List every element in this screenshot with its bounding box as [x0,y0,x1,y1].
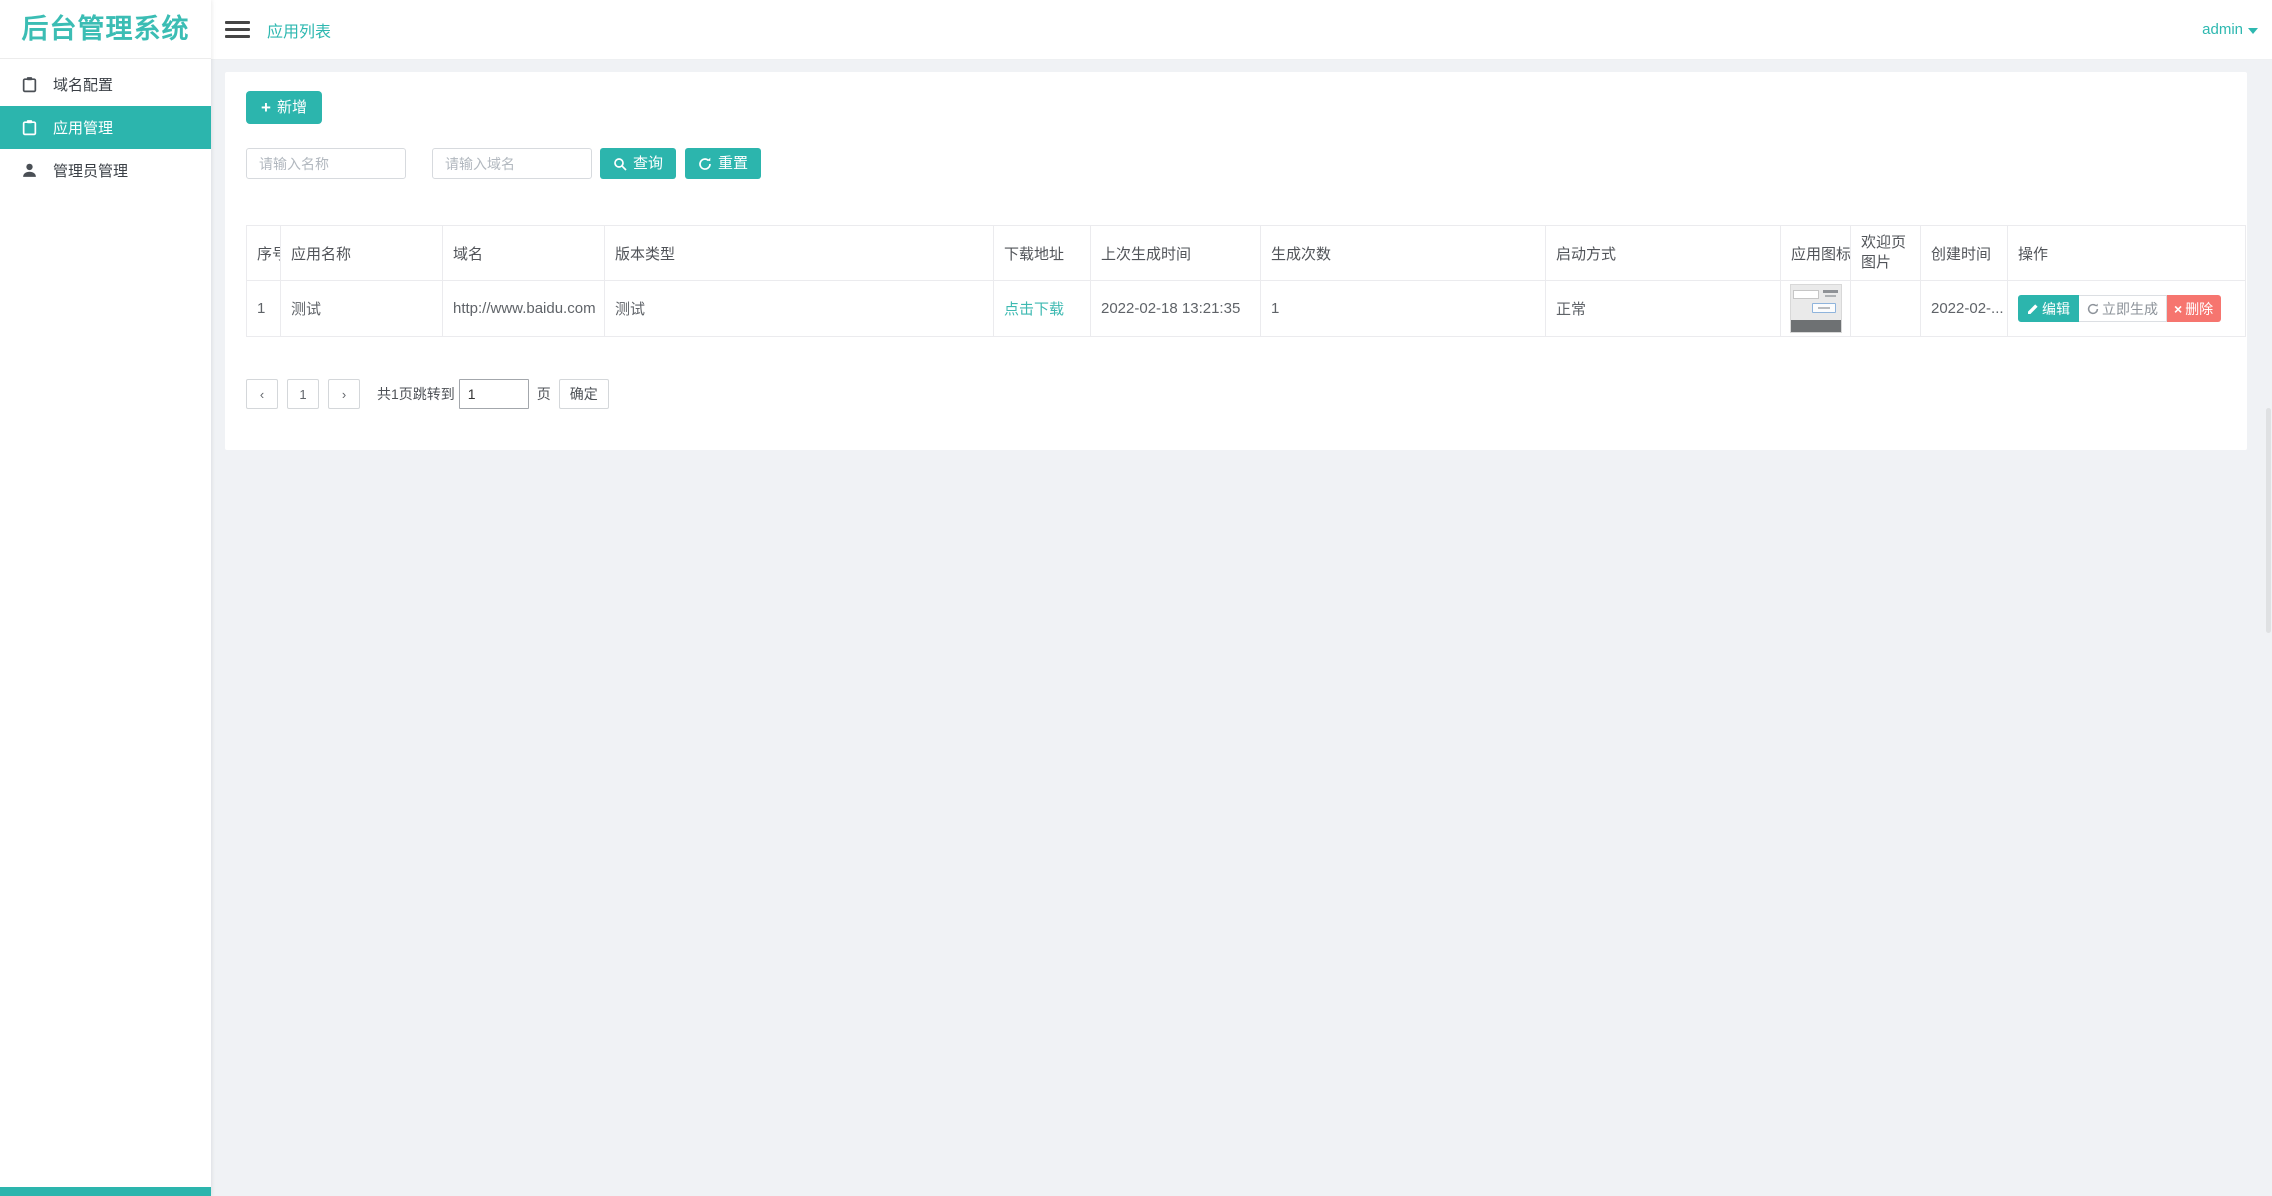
cell-launch-mode: 正常 [1546,281,1781,337]
user-dropdown[interactable]: admin [2202,21,2258,38]
chevron-down-icon [2248,28,2258,34]
refresh-icon [698,157,712,171]
username: admin [2202,21,2243,38]
sidebar-item-label: 管理员管理 [53,160,128,181]
col-header-app-icon: 应用图标 [1781,226,1851,281]
sidebar-item-label: 应用管理 [53,117,113,138]
cell-last-generated: 2022-02-18 13:21:35 [1091,281,1261,337]
close-icon: × [2174,302,2182,316]
pagination: ‹ 1 › 共1页跳转到 页 确定 [246,379,2247,409]
next-page-button[interactable]: › [328,379,360,409]
sidebar-menu: 域名配置 应用管理 管理员管理 [0,59,211,192]
page-summary-text: 共1页跳转到 [377,384,455,404]
col-header-download-url: 下载地址 [994,226,1091,281]
cell-download: 点击下载 [994,281,1091,337]
edit-button[interactable]: 编辑 [2018,295,2079,322]
table-header-row: 序号 应用名称 域名 版本类型 下载地址 上次生成时间 生成次数 启动方式 应用… [247,226,2246,281]
col-header-generate-count: 生成次数 [1261,226,1546,281]
col-header-version-type: 版本类型 [605,226,994,281]
app-icon-thumbnail[interactable] [1791,285,1841,332]
breadcrumb: 应用列表 [267,18,331,42]
sidebar-item-label: 域名配置 [53,74,113,95]
page-unit-label: 页 [537,384,551,404]
cell-actions: 编辑 立即生成 × 删除 [2008,281,2246,337]
hamburger-menu-icon[interactable] [225,17,250,42]
search-icon [613,157,627,171]
delete-button-label: 删除 [2185,302,2213,316]
refresh-icon [2087,303,2099,315]
sidebar-item-app-management[interactable]: 应用管理 [0,106,211,149]
col-header-created-at: 创建时间 [1921,226,2008,281]
col-header-app-name: 应用名称 [281,226,443,281]
sidebar-bottom-accent [0,1187,211,1196]
add-button-label: 新增 [277,100,307,115]
cell-index: 1 [247,281,281,337]
cell-domain: http://www.baidu.com [443,281,605,337]
download-link[interactable]: 点击下载 [1004,301,1064,318]
query-button[interactable]: 查询 [600,148,676,179]
sidebar-item-domain-config[interactable]: 域名配置 [0,63,211,106]
search-toolbar: 查询 重置 [246,148,2247,179]
generate-now-button[interactable]: 立即生成 [2079,295,2167,322]
applications-table: 序号 应用名称 域名 版本类型 下载地址 上次生成时间 生成次数 启动方式 应用… [246,225,2246,337]
cell-version-type: 测试 [605,281,994,337]
name-search-input[interactable] [246,148,406,179]
delete-button[interactable]: × 删除 [2167,295,2221,322]
query-button-label: 查询 [633,156,663,171]
app-brand-title: 后台管理系统 [0,0,211,59]
cell-generate-count: 1 [1261,281,1546,337]
sidebar: 后台管理系统 域名配置 应用管理 管理员管理 [0,0,211,1196]
prev-page-button[interactable]: ‹ [246,379,278,409]
edit-pencil-icon [2027,303,2039,315]
scrollbar-thumb[interactable] [2266,408,2271,633]
generate-now-label: 立即生成 [2102,302,2158,316]
cell-app-icon [1781,281,1851,337]
col-header-last-generated: 上次生成时间 [1091,226,1261,281]
cell-app-name: 测试 [281,281,443,337]
sidebar-item-admin-management[interactable]: 管理员管理 [0,149,211,192]
app-list-card: + 新增 查询 重置 [225,72,2247,450]
cell-created-at: 2022-02-... [1921,281,2008,337]
domain-search-input[interactable] [432,148,592,179]
clipboard-icon [21,76,38,93]
row-action-group: 编辑 立即生成 × 删除 [2018,295,2235,322]
user-icon [21,162,38,179]
cell-welcome-image [1851,281,1921,337]
col-header-actions: 操作 [2008,226,2246,281]
topbar: 应用列表 admin [211,0,2272,60]
page-jump-input[interactable] [459,379,529,409]
col-header-domain: 域名 [443,226,605,281]
reset-button[interactable]: 重置 [685,148,761,179]
col-header-index: 序号 [247,226,281,281]
edit-button-label: 编辑 [2042,302,2070,316]
plus-icon: + [261,99,271,116]
page-number-button[interactable]: 1 [287,379,319,409]
clipboard-icon [21,119,38,136]
col-header-welcome-image: 欢迎页图片 [1851,226,1921,281]
table-row: 1 测试 http://www.baidu.com 测试 点击下载 2022-0… [247,281,2246,337]
main-content-area: + 新增 查询 重置 [211,60,2272,1196]
confirm-jump-button[interactable]: 确定 [559,379,609,409]
col-header-launch-mode: 启动方式 [1546,226,1781,281]
add-button[interactable]: + 新增 [246,91,322,124]
reset-button-label: 重置 [718,156,748,171]
